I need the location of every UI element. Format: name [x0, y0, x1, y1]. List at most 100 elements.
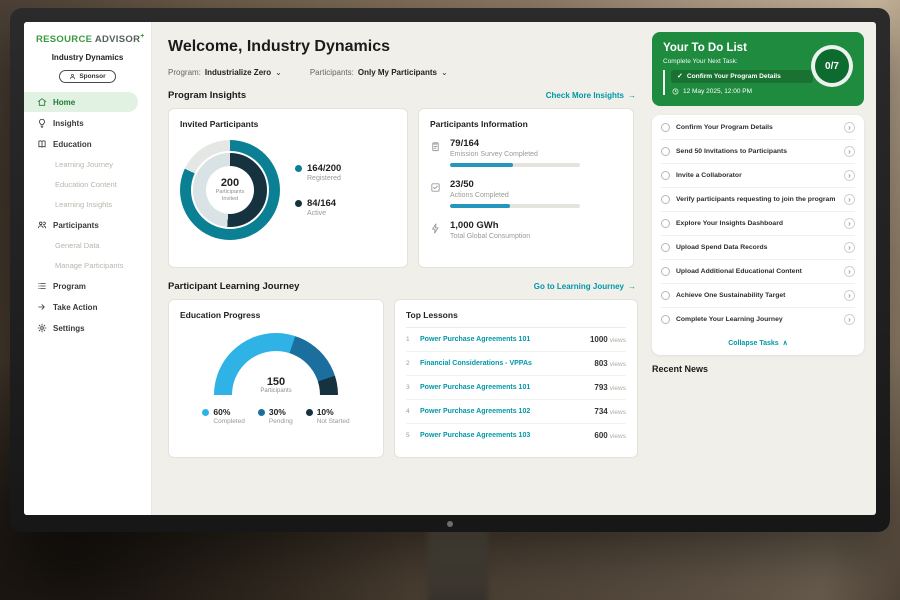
task-checkbox[interactable]: [661, 315, 670, 324]
lesson-views-label: views: [610, 433, 626, 440]
next-task[interactable]: ✓ Confirm Your Program Details: [671, 70, 813, 83]
sidebar-item-participants[interactable]: Participants: [24, 215, 151, 235]
lesson-views-label: views: [610, 337, 626, 344]
chevron-up-icon: ∧: [783, 340, 788, 347]
sidebar-item-education-content[interactable]: Education Content: [24, 175, 151, 194]
legend-label: Completed: [213, 418, 244, 425]
card-title: Top Lessons: [406, 310, 626, 328]
task-row[interactable]: Explore Your Insights Dashboard ›: [661, 212, 855, 236]
task-chevron[interactable]: ›: [844, 218, 855, 229]
lesson-link[interactable]: Financial Considerations - VPPAs: [420, 360, 587, 367]
info-label: Total Global Consumption: [450, 233, 530, 240]
info-value: 79/164: [450, 138, 580, 149]
arrow-right-icon: →: [628, 91, 636, 100]
card-title: Education Progress: [180, 310, 372, 320]
donut-legend: 164/200 Registered 84/164 Active: [295, 163, 341, 217]
legend-dot: [295, 200, 302, 207]
card-title: Participants Information: [430, 119, 622, 129]
collapse-tasks-button[interactable]: Collapse Tasks ∧: [661, 331, 855, 354]
lesson-rank: 2: [406, 360, 413, 367]
education-progress-gauge: 150 Participants: [214, 333, 338, 395]
task-row[interactable]: Upload Additional Educational Content ›: [661, 260, 855, 284]
program-insights-cards: Invited Participants 200 Participants In…: [168, 108, 638, 268]
legend-dot: [202, 409, 209, 416]
lesson-link[interactable]: Power Purchase Agreements 103: [420, 432, 587, 439]
program-dropdown[interactable]: Program: Industrialize Zero ⌄: [168, 68, 282, 77]
list-icon: [37, 281, 47, 291]
task-checkbox[interactable]: [661, 123, 670, 132]
lesson-link[interactable]: Power Purchase Agreements 102: [420, 408, 587, 415]
lesson-views-count: 600: [594, 431, 607, 440]
task-checkbox[interactable]: [661, 171, 670, 180]
task-checkbox[interactable]: [661, 243, 670, 252]
sidebar-item-home[interactable]: Home: [24, 92, 138, 112]
go-to-learning-journey-link[interactable]: Go to Learning Journey →: [534, 282, 636, 291]
donut-center-label: Participants Invited: [208, 189, 252, 203]
checklist-icon: [430, 179, 442, 208]
sidebar-item-take-action[interactable]: Take Action: [24, 297, 151, 317]
lesson-link[interactable]: Power Purchase Agreements 101: [420, 336, 583, 343]
dashboard-screen: RESOURCE ADVISOR+ Industry Dynamics Spon…: [24, 22, 876, 515]
education-progress-card: Education Progress 150 Participants: [168, 299, 384, 458]
sponsor-badge-wrap: Sponsor: [24, 67, 151, 85]
sidebar-item-learning-journey[interactable]: Learning Journey: [24, 155, 151, 174]
sidebar-item-insights[interactable]: Insights: [24, 113, 151, 133]
task-chevron[interactable]: ›: [844, 194, 855, 205]
task-row[interactable]: Achieve One Sustainability Target ›: [661, 284, 855, 308]
task-chevron[interactable]: ›: [844, 170, 855, 181]
task-chevron[interactable]: ›: [844, 122, 855, 133]
gear-icon: [37, 323, 47, 333]
task-row[interactable]: Verify participants requesting to join t…: [661, 188, 855, 212]
sidebar-item-general-data[interactable]: General Data: [24, 236, 151, 255]
info-label: Emission Survey Completed: [450, 151, 580, 158]
sidebar-item-label: Manage Participants: [55, 261, 123, 270]
legend-item-active: 84/164 Active: [295, 198, 341, 217]
task-checkbox[interactable]: [661, 219, 670, 228]
legend-value: 10%: [317, 407, 350, 417]
task-checkbox[interactable]: [661, 267, 670, 276]
energy-icon: [430, 220, 442, 245]
task-row[interactable]: Upload Spend Data Records ›: [661, 236, 855, 260]
chevron-down-icon: ⌄: [275, 69, 282, 77]
task-row[interactable]: Invite a Collaborator ›: [661, 164, 855, 188]
collapse-tasks-label: Collapse Tasks: [728, 340, 778, 347]
info-label: Actions Completed: [450, 192, 580, 199]
sidebar-item-program[interactable]: Program: [24, 276, 151, 296]
info-row-actions: 23/50 Actions Completed: [430, 179, 622, 208]
link-label: Check More Insights: [546, 91, 624, 100]
sidebar-item-education[interactable]: Education: [24, 134, 151, 154]
sidebar-item-label: Take Action: [53, 303, 97, 312]
card-title: Invited Participants: [180, 119, 396, 129]
book-icon: [37, 139, 47, 149]
sidebar-item-manage-participants[interactable]: Manage Participants: [24, 256, 151, 275]
task-checkbox[interactable]: [661, 147, 670, 156]
todo-progress-ring: 0/7: [811, 45, 853, 87]
lesson-link[interactable]: Power Purchase Agreements 101: [420, 384, 587, 391]
check-more-insights-link[interactable]: Check More Insights →: [546, 91, 636, 100]
task-checkbox[interactable]: [661, 291, 670, 300]
sidebar-item-settings[interactable]: Settings: [24, 318, 151, 338]
task-row[interactable]: Confirm Your Program Details ›: [661, 116, 855, 140]
legend-item-completed: 60% Completed: [202, 407, 244, 425]
legend-value: 84/164: [307, 198, 336, 209]
logo-resource: RESOURCE: [36, 34, 92, 45]
task-row[interactable]: Complete Your Learning Journey ›: [661, 308, 855, 331]
task-checkbox[interactable]: [661, 195, 670, 204]
participants-dropdown[interactable]: Participants: Only My Participants ⌄: [310, 68, 448, 77]
sidebar-item-learning-insights[interactable]: Learning Insights: [24, 195, 151, 214]
monitor-logo: [447, 521, 453, 527]
app-logo: RESOURCE ADVISOR+: [24, 22, 151, 47]
sidebar-item-label: Participants: [53, 221, 99, 230]
task-chevron[interactable]: ›: [844, 266, 855, 277]
invited-participants-donut: 200 Participants Invited: [180, 140, 280, 240]
task-chevron[interactable]: ›: [844, 146, 855, 157]
invited-participants-card: Invited Participants 200 Participants In…: [168, 108, 408, 268]
legend-label: Active: [307, 210, 336, 217]
task-chevron[interactable]: ›: [844, 290, 855, 301]
info-row-consumption: 1,000 GWh Total Global Consumption: [430, 220, 622, 245]
sidebar-item-label: Settings: [53, 324, 85, 333]
task-chevron[interactable]: ›: [844, 242, 855, 253]
sidebar-item-label: Insights: [53, 119, 84, 128]
task-row[interactable]: Send 50 Invitations to Participants ›: [661, 140, 855, 164]
task-chevron[interactable]: ›: [844, 314, 855, 325]
